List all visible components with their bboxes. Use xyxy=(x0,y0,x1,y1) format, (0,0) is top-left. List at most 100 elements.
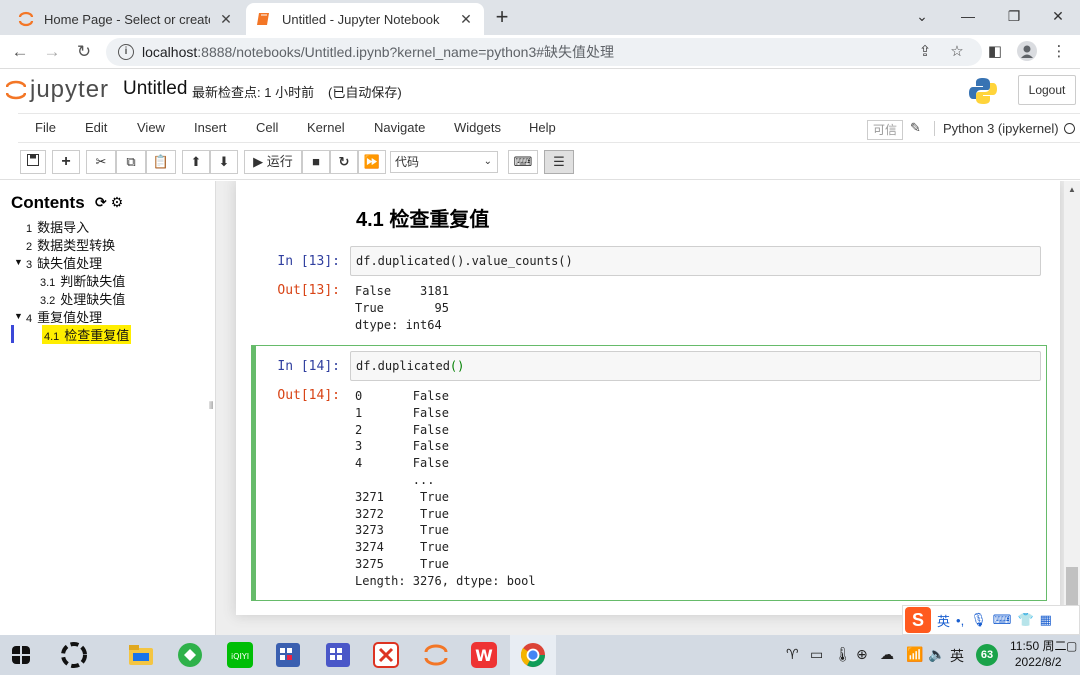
move-up-button[interactable]: ⬆ xyxy=(182,150,210,174)
kernel-name: Python 3 (ipykernel) xyxy=(934,121,1059,136)
tab-title: Home Page - Select or create a xyxy=(44,11,210,27)
notebook-name[interactable]: Untitled xyxy=(123,78,187,100)
logout-button[interactable]: Logout xyxy=(1018,75,1076,105)
toc-item-3-2[interactable]: 3.2 处理缺失值 xyxy=(40,289,125,308)
restart-run-all-button[interactable]: ⏩ xyxy=(358,150,386,174)
system-clock[interactable]: 11:50 周二 2022/8/2 xyxy=(1010,638,1066,670)
menu-edit[interactable]: Edit xyxy=(85,120,107,135)
tray-device-icon[interactable]: ▭ xyxy=(810,646,823,663)
scrollbar-thumb[interactable] xyxy=(1066,567,1078,609)
menu-cell[interactable]: Cell xyxy=(256,120,278,135)
toc-item-4[interactable]: 4 重复值处理 xyxy=(26,307,102,326)
list-icon: ☰ xyxy=(553,154,565,169)
back-arrow-icon[interactable]: ← xyxy=(8,40,32,64)
menu-view[interactable]: View xyxy=(137,120,165,135)
tray-thermometer-icon[interactable]: 🌡 xyxy=(834,646,852,663)
file-explorer-icon[interactable] xyxy=(127,641,155,669)
browser-tab-notebook[interactable]: Untitled - Jupyter Notebook ✕ xyxy=(246,3,484,35)
share-icon[interactable]: ⇪ xyxy=(914,41,936,63)
bookmark-star-icon[interactable]: ☆ xyxy=(946,41,968,63)
ime-lang-toggle[interactable]: 英 xyxy=(937,611,950,630)
microphone-icon[interactable]: 🎙 xyxy=(970,612,987,628)
close-icon[interactable]: ✕ xyxy=(458,11,474,27)
calendar-app-icon[interactable] xyxy=(274,641,302,669)
close-icon[interactable]: ✕ xyxy=(218,11,234,27)
run-button[interactable]: ▶ 运行 xyxy=(244,150,302,174)
toc-item-1[interactable]: 1 数据导入 xyxy=(26,217,89,236)
save-button[interactable] xyxy=(20,150,46,174)
code-input[interactable]: df.duplicated() xyxy=(350,351,1041,381)
caret-down-icon[interactable]: ▼ xyxy=(14,257,23,267)
sidebar-resize-handle[interactable]: ⦀ xyxy=(209,401,213,412)
jupyter-logo[interactable]: jupyter xyxy=(6,76,109,104)
browser-tab-strip: Home Page - Select or create a ✕ Untitle… xyxy=(0,0,1080,35)
jupyter-app-icon[interactable] xyxy=(422,641,450,669)
cut-button[interactable]: ✂ xyxy=(86,150,116,174)
tray-security-icon[interactable]: ⊕ xyxy=(856,646,868,663)
windows-start-icon[interactable] xyxy=(12,646,30,664)
skin-shirt-icon[interactable]: 👕 xyxy=(1017,612,1033,628)
toc-item-3-1[interactable]: 3.1 判断缺失值 xyxy=(40,271,125,290)
tray-cloud-icon[interactable]: ☁ xyxy=(880,646,894,663)
page-scrollbar[interactable]: ▲ xyxy=(1064,181,1080,635)
iqiyi-icon[interactable]: iQIYI xyxy=(226,641,254,669)
restart-button[interactable]: ↻ xyxy=(330,150,358,174)
code-input[interactable]: df.duplicated().value_counts() xyxy=(350,246,1041,276)
caret-down-icon[interactable]: ▼ xyxy=(14,311,23,321)
browser-tab-home[interactable]: Home Page - Select or create a ✕ xyxy=(8,3,244,35)
toc-item-3[interactable]: 3 缺失值处理 xyxy=(26,253,102,272)
address-bar-row: ← → ↻ i localhost:8888/notebooks/Untitle… xyxy=(0,35,1080,69)
browser-menu-icon[interactable]: ⋮ xyxy=(1048,41,1070,63)
copy-button[interactable]: ⧉ xyxy=(116,150,146,174)
side-panel-icon[interactable]: ◧ xyxy=(984,41,1006,63)
keyboard-icon[interactable]: ⌨ xyxy=(993,612,1012,628)
browser-green-icon[interactable] xyxy=(176,641,204,669)
toc-item-4-1[interactable]: 4.1 检查重复值 xyxy=(42,325,132,344)
refresh-icon[interactable]: ⟳ xyxy=(95,194,107,210)
window-close-icon[interactable]: ✕ xyxy=(1046,5,1070,27)
trusted-indicator[interactable]: 可信 xyxy=(867,120,904,140)
sogou-logo-icon[interactable]: S xyxy=(905,607,931,633)
volume-icon[interactable]: 🔈 xyxy=(928,646,945,663)
planner-app-icon[interactable] xyxy=(324,641,352,669)
pencil-icon[interactable]: ✎ xyxy=(910,120,921,136)
menu-kernel[interactable]: Kernel xyxy=(307,120,345,135)
app-swirl-icon[interactable] xyxy=(60,641,88,669)
chrome-icon[interactable] xyxy=(519,641,547,669)
profile-avatar-icon[interactable] xyxy=(1016,41,1038,63)
wps-office-icon[interactable]: W xyxy=(470,641,498,669)
minimize-icon[interactable]: — xyxy=(956,5,980,27)
menu-insert[interactable]: Insert xyxy=(194,120,227,135)
notifications-icon[interactable]: ▢ xyxy=(1066,639,1077,653)
paste-button[interactable]: 📋 xyxy=(146,150,176,174)
grid-apps-icon[interactable]: ▦ xyxy=(1040,612,1052,628)
restore-icon[interactable]: ❐ xyxy=(1002,5,1026,27)
menu-widgets[interactable]: Widgets xyxy=(454,120,501,135)
ime-punct-toggle[interactable]: •, xyxy=(956,613,964,628)
reload-icon[interactable]: ↻ xyxy=(72,40,96,64)
python-logo-icon xyxy=(969,78,997,104)
scroll-up-icon[interactable]: ▲ xyxy=(1068,185,1076,194)
menu-help[interactable]: Help xyxy=(529,120,556,135)
jupyter-favicon-icon xyxy=(18,11,34,27)
insert-cell-button[interactable]: + xyxy=(52,150,80,174)
menu-file[interactable]: File xyxy=(35,120,56,135)
toc-item-2[interactable]: 2 数据类型转换 xyxy=(26,235,115,254)
input-language-indicator[interactable]: 英 xyxy=(950,646,964,666)
command-palette-button[interactable]: ⌨ xyxy=(508,150,538,174)
wifi-icon[interactable]: 📶 xyxy=(906,646,923,663)
new-tab-button[interactable]: + xyxy=(490,6,514,30)
menu-navigate[interactable]: Navigate xyxy=(374,120,425,135)
toc-toggle-button[interactable]: ☰ xyxy=(544,150,574,174)
forward-arrow-icon[interactable]: → xyxy=(40,40,64,64)
tab-search-icon[interactable]: ⌄ xyxy=(910,5,934,27)
gear-icon[interactable]: ⚙ xyxy=(111,194,124,210)
info-icon[interactable]: i xyxy=(118,44,134,60)
tray-vpn-icon[interactable]: ♈ xyxy=(786,646,799,663)
address-bar[interactable]: i localhost:8888/notebooks/Untitled.ipyn… xyxy=(106,38,982,66)
notification-badge[interactable]: 63 xyxy=(976,644,998,666)
cell-type-select[interactable]: 代码 ⌄ xyxy=(390,151,498,173)
move-down-button[interactable]: ⬇ xyxy=(210,150,238,174)
xmind-icon[interactable] xyxy=(372,641,400,669)
interrupt-button[interactable]: ■ xyxy=(302,150,330,174)
